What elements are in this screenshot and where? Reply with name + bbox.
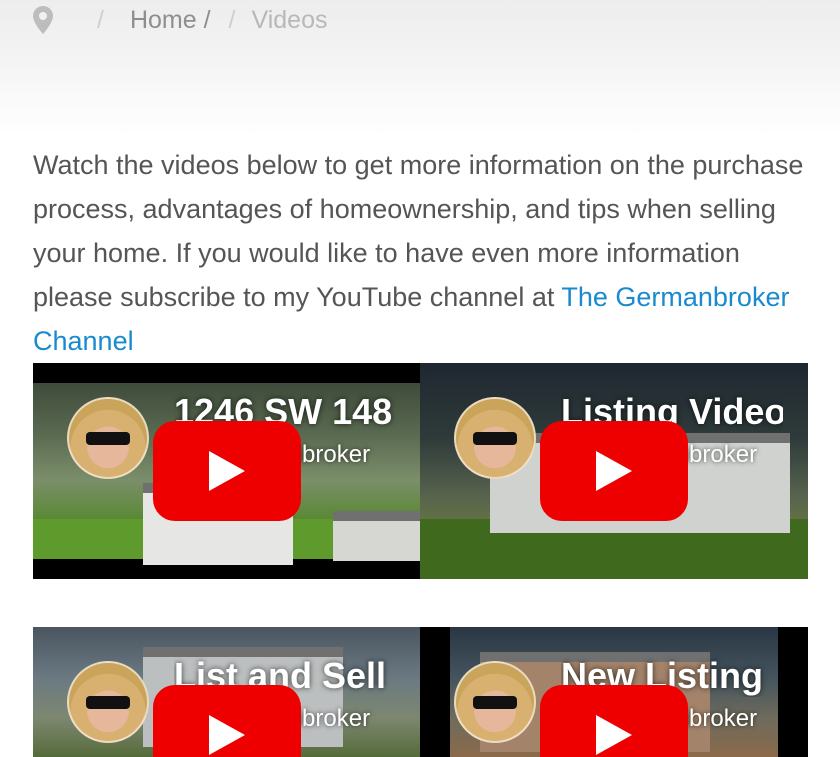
channel-avatar <box>454 661 536 743</box>
channel-avatar <box>454 397 536 479</box>
video-embed-4[interactable]: New Listing TheGermanbroker <box>420 627 808 757</box>
youtube-play-icon[interactable] <box>153 685 301 757</box>
youtube-play-icon[interactable] <box>540 685 688 757</box>
youtube-play-icon[interactable] <box>153 421 301 521</box>
breadcrumb: / Home / / Videos <box>33 0 328 40</box>
location-pin-icon <box>33 6 55 34</box>
breadcrumb-home-link[interactable]: Home / <box>130 6 211 35</box>
breadcrumb-separator: / <box>97 5 104 34</box>
video-embed-1[interactable]: 1246 SW 148 TheGermanbroker <box>33 363 421 579</box>
channel-avatar <box>67 397 149 479</box>
breadcrumb-separator: / <box>228 5 236 34</box>
youtube-play-icon[interactable] <box>540 421 688 521</box>
breadcrumb-current: Videos <box>251 5 328 34</box>
video-embed-3[interactable]: List and Sell TheGermanbroker <box>33 627 421 757</box>
video-embed-2[interactable]: Listing Video TheGermanbroker <box>420 363 808 579</box>
channel-avatar <box>67 661 149 743</box>
intro-paragraph: Watch the videos below to get more infor… <box>33 143 813 363</box>
